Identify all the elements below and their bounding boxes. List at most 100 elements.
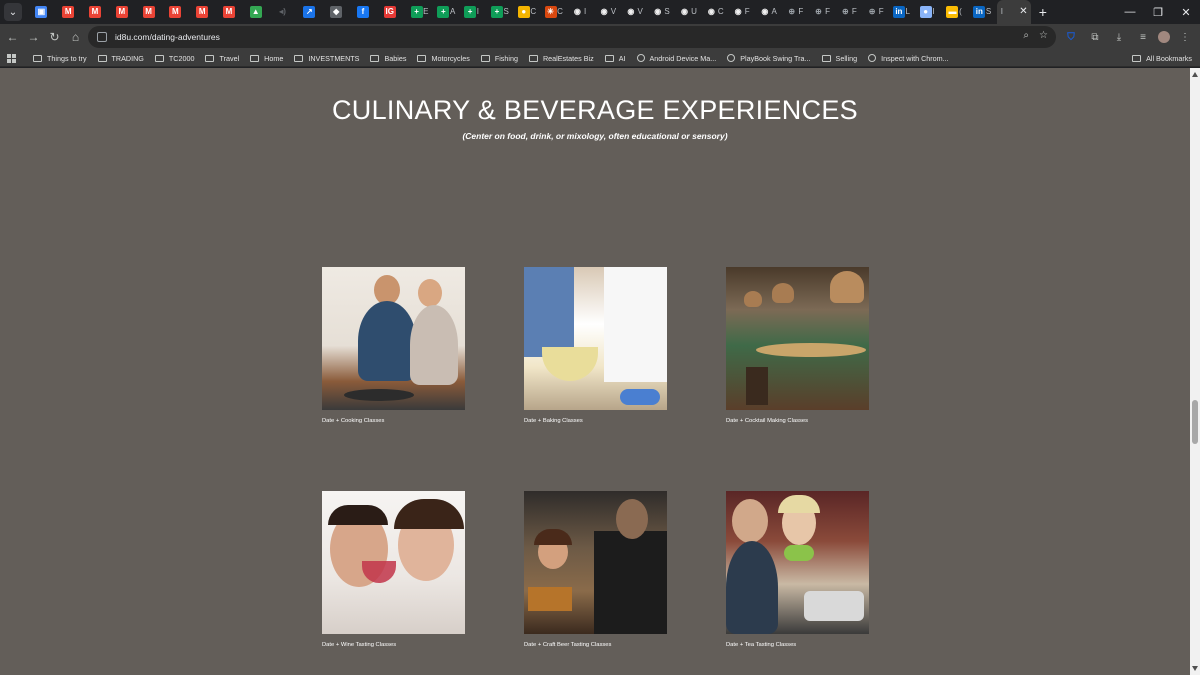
bookmark-item[interactable]: RealEstates Biz xyxy=(528,54,594,63)
tab-active[interactable]: I ✕ xyxy=(996,0,1031,24)
browser-tab[interactable]: + E xyxy=(403,0,430,24)
sheets-icon: + xyxy=(437,6,450,18)
browser-tab[interactable]: in S xyxy=(966,0,993,24)
browser-tab[interactable]: ⊕ F xyxy=(859,0,886,24)
zoom-search-icon[interactable]: ⌕ xyxy=(1023,30,1029,41)
browser-tab[interactable]: ◉ I xyxy=(564,0,591,24)
browser-tab[interactable]: + S xyxy=(484,0,511,24)
craft-beer-tasting-photo[interactable] xyxy=(524,491,667,634)
profile-avatar[interactable] xyxy=(1158,31,1170,43)
browser-tab[interactable]: f xyxy=(350,0,377,24)
browser-tab[interactable]: ◉ V xyxy=(591,0,618,24)
address-bar[interactable]: id8u.com/dating-adventures ⌕ ☆ xyxy=(88,26,1056,48)
browser-tab[interactable]: ▬( xyxy=(939,0,966,24)
minimize-icon[interactable]: — xyxy=(1116,6,1144,18)
tea-tasting-photo[interactable] xyxy=(726,491,869,634)
close-tab-icon[interactable]: ✕ xyxy=(1019,6,1027,17)
folder-icon xyxy=(604,54,614,62)
card-baking[interactable]: Date + Baking Classes xyxy=(524,267,667,424)
card-wine[interactable]: Date + Wine Tasting Classes xyxy=(322,491,465,648)
tab-title: I xyxy=(583,7,587,16)
browser-tab[interactable]: ◉ U xyxy=(671,0,698,24)
bookmark-item[interactable]: PlayBook Swing Tra... xyxy=(727,54,811,63)
media-controls-icon[interactable]: ≡ xyxy=(1134,32,1152,43)
browser-tab[interactable]: in L xyxy=(886,0,913,24)
browser-tab[interactable]: M xyxy=(55,0,82,24)
bookmark-item[interactable]: TRADING xyxy=(97,54,144,63)
card-tea[interactable]: Date + Tea Tasting Classes xyxy=(726,491,869,648)
scroll-down-arrow-icon[interactable] xyxy=(1192,666,1198,671)
facebook-icon: f xyxy=(356,6,369,18)
home-icon[interactable]: ⌂ xyxy=(65,30,86,44)
bookmark-item[interactable]: Android Device Ma... xyxy=(636,54,716,63)
browser-tab[interactable]: M xyxy=(108,0,135,24)
bookmark-item[interactable]: Babies xyxy=(370,54,406,63)
browser-tab[interactable]: ◉ V xyxy=(618,0,645,24)
all-bookmarks-button[interactable]: All Bookmarks xyxy=(1132,54,1192,63)
scroll-up-arrow-icon[interactable] xyxy=(1192,72,1198,77)
bookmark-item[interactable]: Fishing xyxy=(480,54,518,63)
browser-tab[interactable]: ▲ xyxy=(242,0,269,24)
site-info-icon[interactable] xyxy=(97,32,107,42)
browser-tab[interactable]: ◉ F xyxy=(725,0,752,24)
cocktail-class-photo[interactable] xyxy=(726,267,869,410)
bookmark-item[interactable]: Motorcycles xyxy=(417,54,470,63)
restore-icon[interactable]: ❐ xyxy=(1144,6,1172,19)
site-globe-icon xyxy=(868,54,877,62)
browser-tab[interactable]: ▣ xyxy=(28,0,55,24)
bookmark-item[interactable]: TC2000 xyxy=(154,54,194,63)
browser-tab[interactable]: ✳ C xyxy=(537,0,564,24)
extensions-puzzle-icon[interactable]: ⧉ xyxy=(1086,32,1104,43)
bookmark-item[interactable]: Things to try xyxy=(33,54,87,63)
browser-tab[interactable]: ⊕ F xyxy=(778,0,805,24)
downloads-icon[interactable]: ⤓ xyxy=(1110,32,1128,43)
browser-tab[interactable]: ◉ S xyxy=(644,0,671,24)
bookmark-item[interactable]: Travel xyxy=(205,54,239,63)
reload-icon[interactable]: ↻ xyxy=(44,30,65,44)
bookmark-item[interactable]: INVESTMENTS xyxy=(294,54,359,63)
browser-tab[interactable]: ↗ xyxy=(296,0,323,24)
new-tab-button[interactable]: + xyxy=(1039,4,1047,20)
cooking-class-photo[interactable] xyxy=(322,267,465,410)
bookmark-star-icon[interactable]: ☆ xyxy=(1039,30,1048,41)
browser-tab[interactable]: ⊕ F xyxy=(832,0,859,24)
card-cooking[interactable]: Date + Cooking Classes xyxy=(322,267,465,424)
browser-tab[interactable]: M xyxy=(162,0,189,24)
browser-tab[interactable]: M xyxy=(82,0,109,24)
card-craft-beer[interactable]: Date + Craft Beer Tasting Classes xyxy=(524,491,667,648)
browser-tab[interactable]: + I xyxy=(457,0,484,24)
tab-title: S xyxy=(503,7,509,16)
browser-tab[interactable]: ◂) xyxy=(269,0,296,24)
tab-search-chevron-icon[interactable]: ⌄ xyxy=(4,3,22,21)
close-window-icon[interactable]: ✕ xyxy=(1172,6,1200,19)
forward-icon[interactable]: → xyxy=(23,30,44,44)
folder-icon xyxy=(480,54,490,62)
card-caption: Date + Tea Tasting Classes xyxy=(726,642,797,648)
browser-tab[interactable]: M xyxy=(216,0,243,24)
browser-tab[interactable]: ● I xyxy=(912,0,939,24)
apps-grid-icon[interactable] xyxy=(7,53,16,63)
browser-tab[interactable]: ● C xyxy=(510,0,537,24)
browser-tab[interactable]: IG xyxy=(376,0,403,24)
back-icon[interactable]: ← xyxy=(2,30,23,44)
browser-tab[interactable]: M xyxy=(189,0,216,24)
scrollbar-thumb[interactable] xyxy=(1192,400,1198,444)
baking-class-photo[interactable] xyxy=(524,267,667,410)
browser-tab[interactable]: ◉ A xyxy=(752,0,779,24)
sun-icon: ● xyxy=(517,6,530,18)
bookmark-item[interactable]: AI xyxy=(604,54,626,63)
bookmark-item[interactable]: Inspect with Chrom... xyxy=(868,54,949,63)
browser-tab[interactable]: ◉ C xyxy=(698,0,725,24)
bookmark-item[interactable]: Selling xyxy=(821,54,857,63)
wine-tasting-photo[interactable] xyxy=(322,491,465,634)
card-cocktail[interactable]: Date + Cocktail Making Classes xyxy=(726,267,869,424)
browser-tab[interactable]: ◆ xyxy=(323,0,350,24)
url-text[interactable]: id8u.com/dating-adventures xyxy=(115,32,220,42)
browser-menu-icon[interactable]: ⋮ xyxy=(1176,32,1194,43)
page-scrollbar[interactable] xyxy=(1190,68,1200,675)
bitwarden-shield-icon[interactable]: ⛉ xyxy=(1062,32,1080,43)
browser-tab[interactable]: + A xyxy=(430,0,457,24)
browser-tab[interactable]: ⊕ F xyxy=(805,0,832,24)
bookmark-item[interactable]: Home xyxy=(250,54,283,63)
browser-tab[interactable]: M xyxy=(135,0,162,24)
